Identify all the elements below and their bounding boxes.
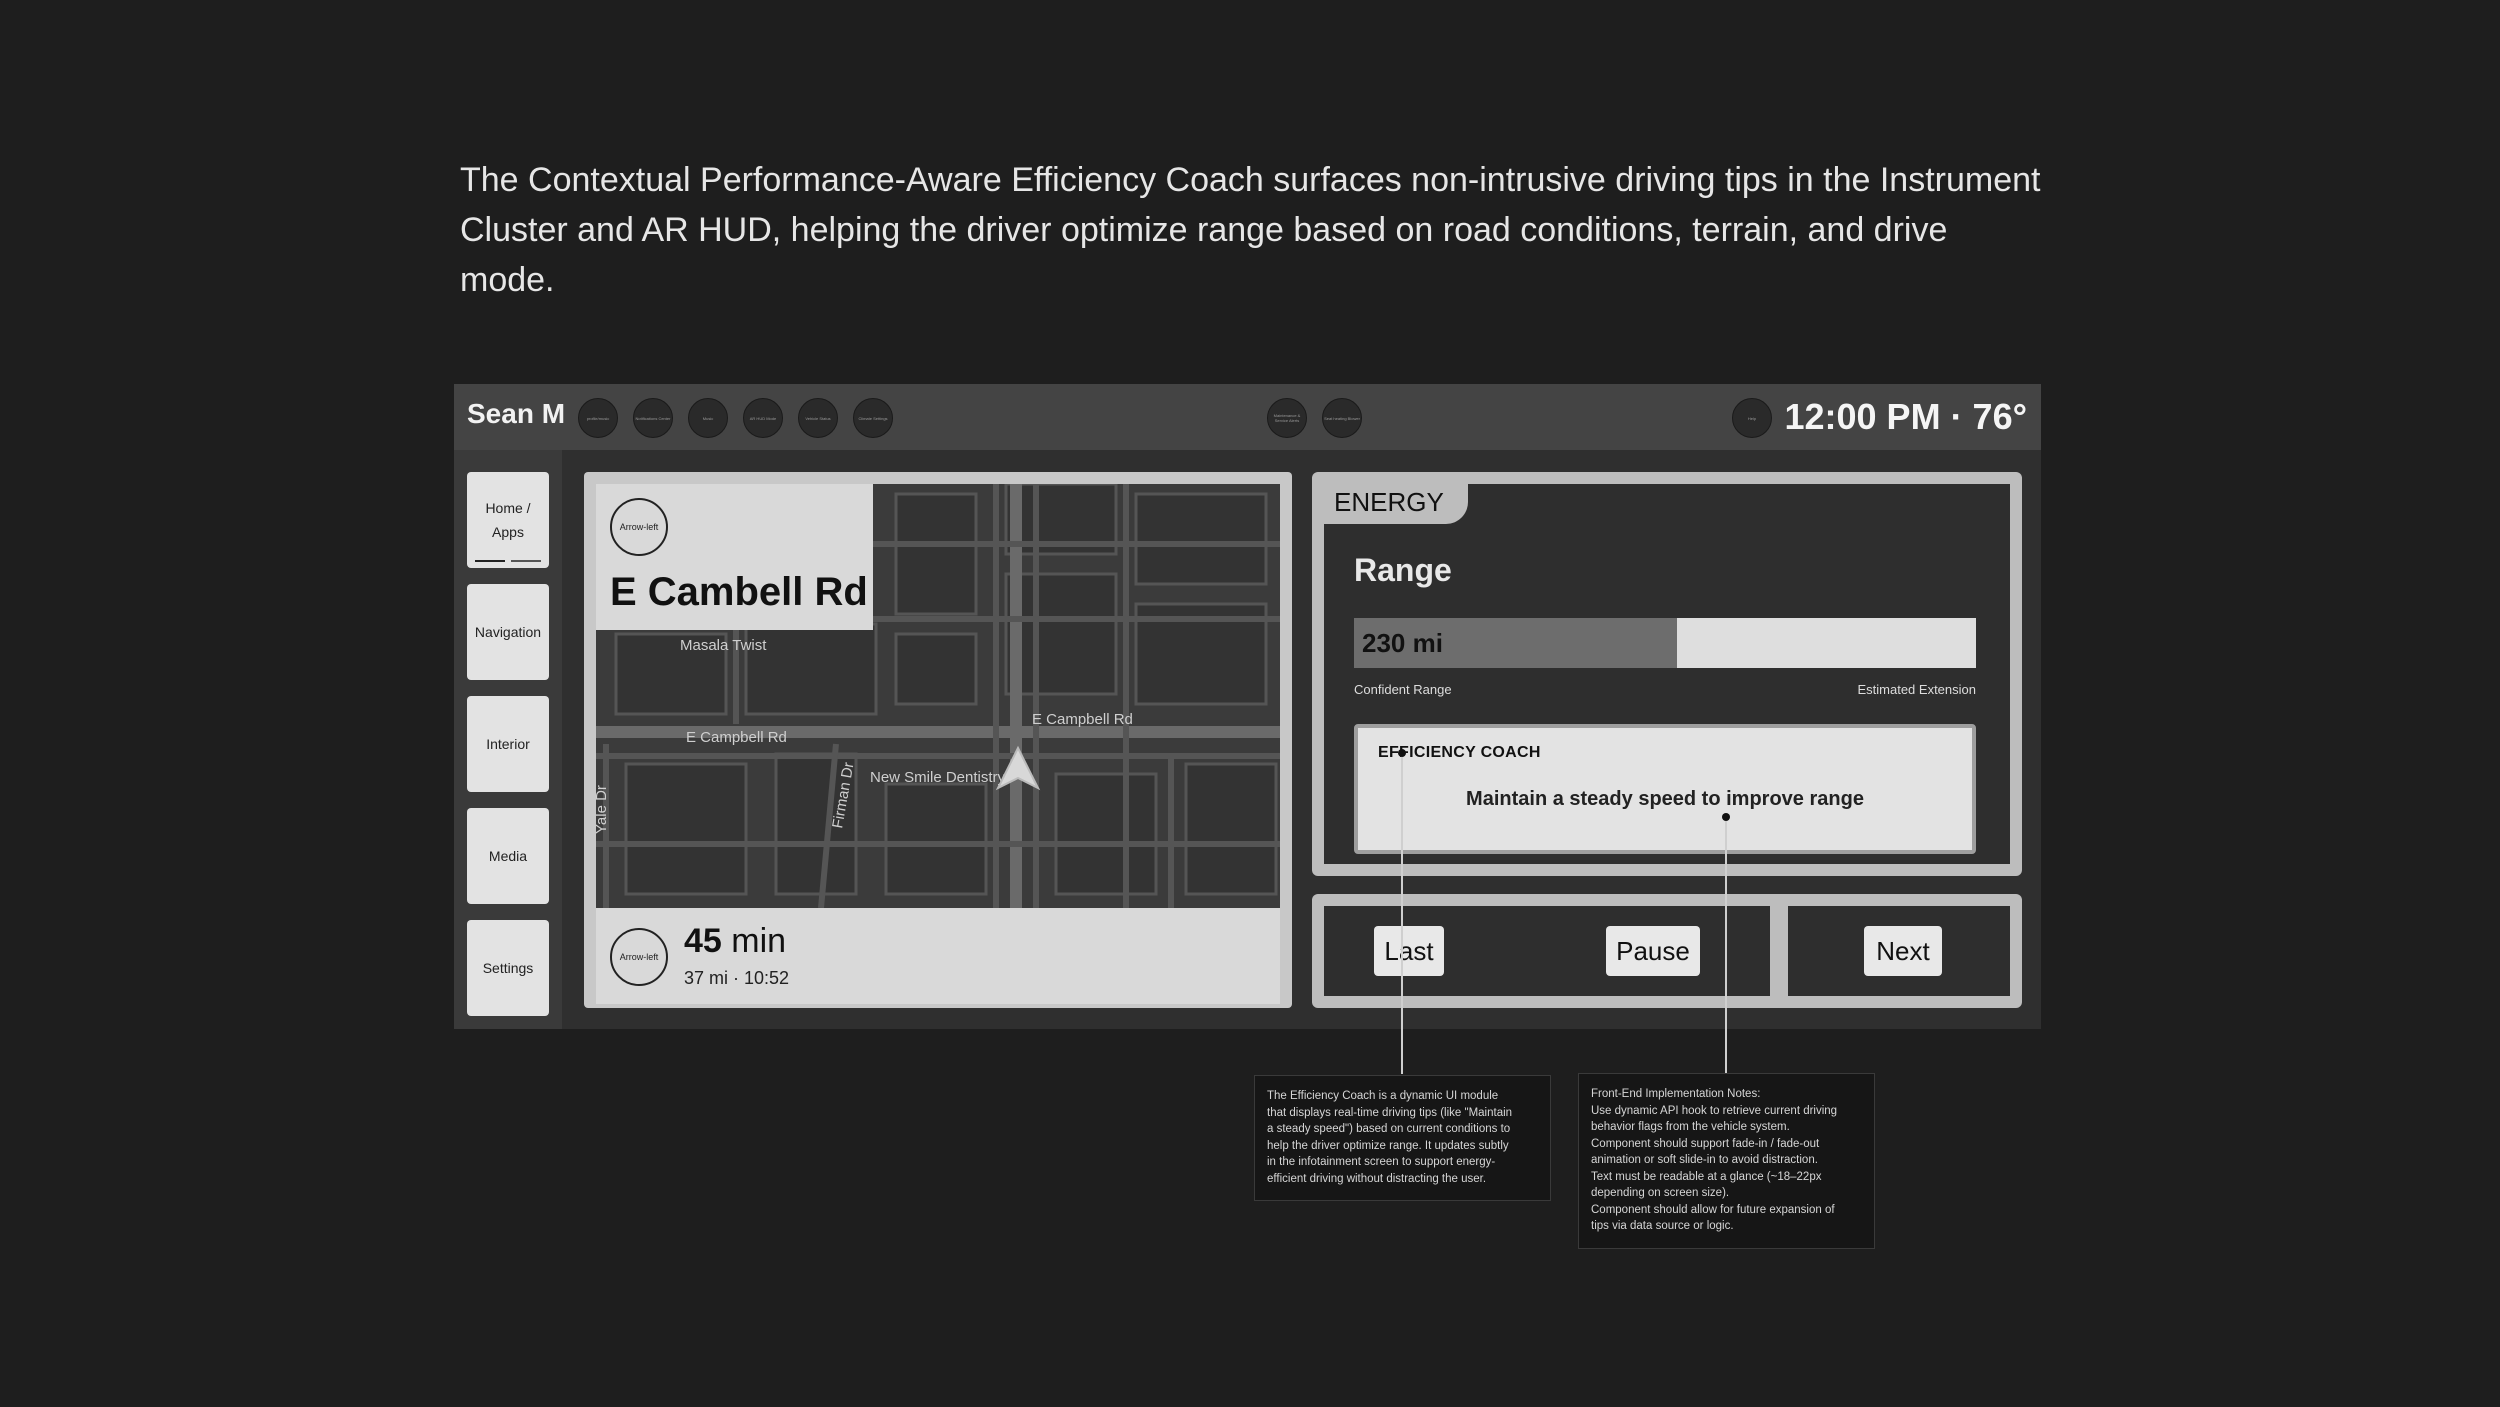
coach-tip: Maintain a steady speed to improve range <box>1466 788 1864 810</box>
last-button[interactable]: Last <box>1374 926 1444 976</box>
notifications-icon[interactable]: Notifications Center <box>633 398 673 438</box>
clock-temperature: 12:00 PM · 76° <box>1784 396 2027 437</box>
help-icon[interactable]: Help <box>1732 398 1772 438</box>
intro-description: The Contextual Performance-Aware Efficie… <box>460 161 2041 299</box>
annotation-line <box>1725 816 1727 1074</box>
estimated-extension-label: Estimated Extension <box>1857 682 1976 697</box>
nav-indicator <box>475 560 505 562</box>
nav-settings[interactable]: Settings <box>467 920 549 1016</box>
eta-value: 45 <box>684 922 722 960</box>
range-bar: 230 mi <box>1354 618 1976 668</box>
controls-left-area: Last Pause <box>1324 906 1770 996</box>
arrow-left-icon[interactable]: Arrow-left <box>610 928 668 986</box>
navigation-panel: Masala Twist E Campbell Rd E Campbell Rd… <box>584 472 1292 1008</box>
annotation-dot <box>1722 813 1730 821</box>
nav-home-apps-label: Home / Apps <box>485 500 531 540</box>
maintenance-alerts-icon[interactable]: Maintenance & Service Alerts <box>1267 398 1307 438</box>
map-label-poi: New Smile Dentistry <box>870 769 1006 786</box>
annotation-dot <box>1398 749 1406 757</box>
annotation-line <box>1401 752 1403 1074</box>
vehicle-status-icon[interactable]: Vehicle Status <box>798 398 838 438</box>
ar-hud-icon[interactable]: AR HUD Mode <box>743 398 783 438</box>
efficiency-coach-card: EFFICIENCY COACH Maintain a steady speed… <box>1354 724 1976 854</box>
nav-media[interactable]: Media <box>467 808 549 904</box>
side-navigation: Home / Apps Navigation Interior Media Se… <box>454 450 562 1029</box>
arrow-left-icon[interactable]: Arrow-left <box>610 498 668 556</box>
eta-bar: Arrow-left 45 min 37 mi · 10:52 <box>596 908 1280 1004</box>
next-button[interactable]: Next <box>1864 926 1942 976</box>
energy-content: ENERGY Range 230 mi Confident Range Esti… <box>1324 484 2010 864</box>
media-controls-panel: Last Pause Next <box>1312 894 2022 1008</box>
coach-module-note: The Efficiency Coach is a dynamic UI mod… <box>1254 1075 1551 1201</box>
nav-navigation-label: Navigation <box>474 624 542 640</box>
nav-settings-label: Settings <box>482 960 534 976</box>
map-label-road: E Campbell Rd <box>1032 711 1133 728</box>
range-title: Range <box>1354 552 1452 588</box>
eta-time: 45 min <box>684 922 786 961</box>
infotainment-screen: Sean M profile/music Notifications Cente… <box>454 384 2041 1029</box>
music-icon[interactable]: Music <box>688 398 728 438</box>
energy-panel: ENERGY Range 230 mi Confident Range Esti… <box>1312 472 2022 876</box>
nav-media-label: Media <box>488 848 528 864</box>
energy-tag: ENERGY <box>1324 484 1468 524</box>
profile-music-icon[interactable]: profile/music <box>578 398 618 438</box>
range-value: 230 mi <box>1362 628 1443 658</box>
map-label-poi: Masala Twist <box>680 637 767 654</box>
climate-icon[interactable]: Climate Settings <box>853 398 893 438</box>
map-label-road: E Campbell Rd <box>686 729 787 746</box>
nav-indicator <box>511 560 541 562</box>
street-name: E Cambell Rd <box>610 570 868 614</box>
next-street-card: Arrow-left E Cambell Rd <box>596 484 873 630</box>
status-bar: Sean M profile/music Notifications Cente… <box>454 384 2041 450</box>
nav-navigation[interactable]: Navigation <box>467 584 549 680</box>
eta-unit: min <box>731 922 787 960</box>
confident-range-label: Confident Range <box>1354 682 1452 697</box>
frontend-notes: Front-End Implementation Notes: Use dyna… <box>1578 1073 1875 1249</box>
user-name[interactable]: Sean M <box>467 398 565 430</box>
pause-button[interactable]: Pause <box>1606 926 1700 976</box>
controls-right-area: Next <box>1788 906 2010 996</box>
nav-interior-label: Interior <box>486 736 530 752</box>
nav-home-apps[interactable]: Home / Apps <box>467 472 549 568</box>
seat-heating-icon[interactable]: Seat heating Blower <box>1322 398 1362 438</box>
map-label-road: Yale Dr <box>596 785 610 834</box>
nav-interior[interactable]: Interior <box>467 696 549 792</box>
eta-details: 37 mi · 10:52 <box>684 968 790 988</box>
